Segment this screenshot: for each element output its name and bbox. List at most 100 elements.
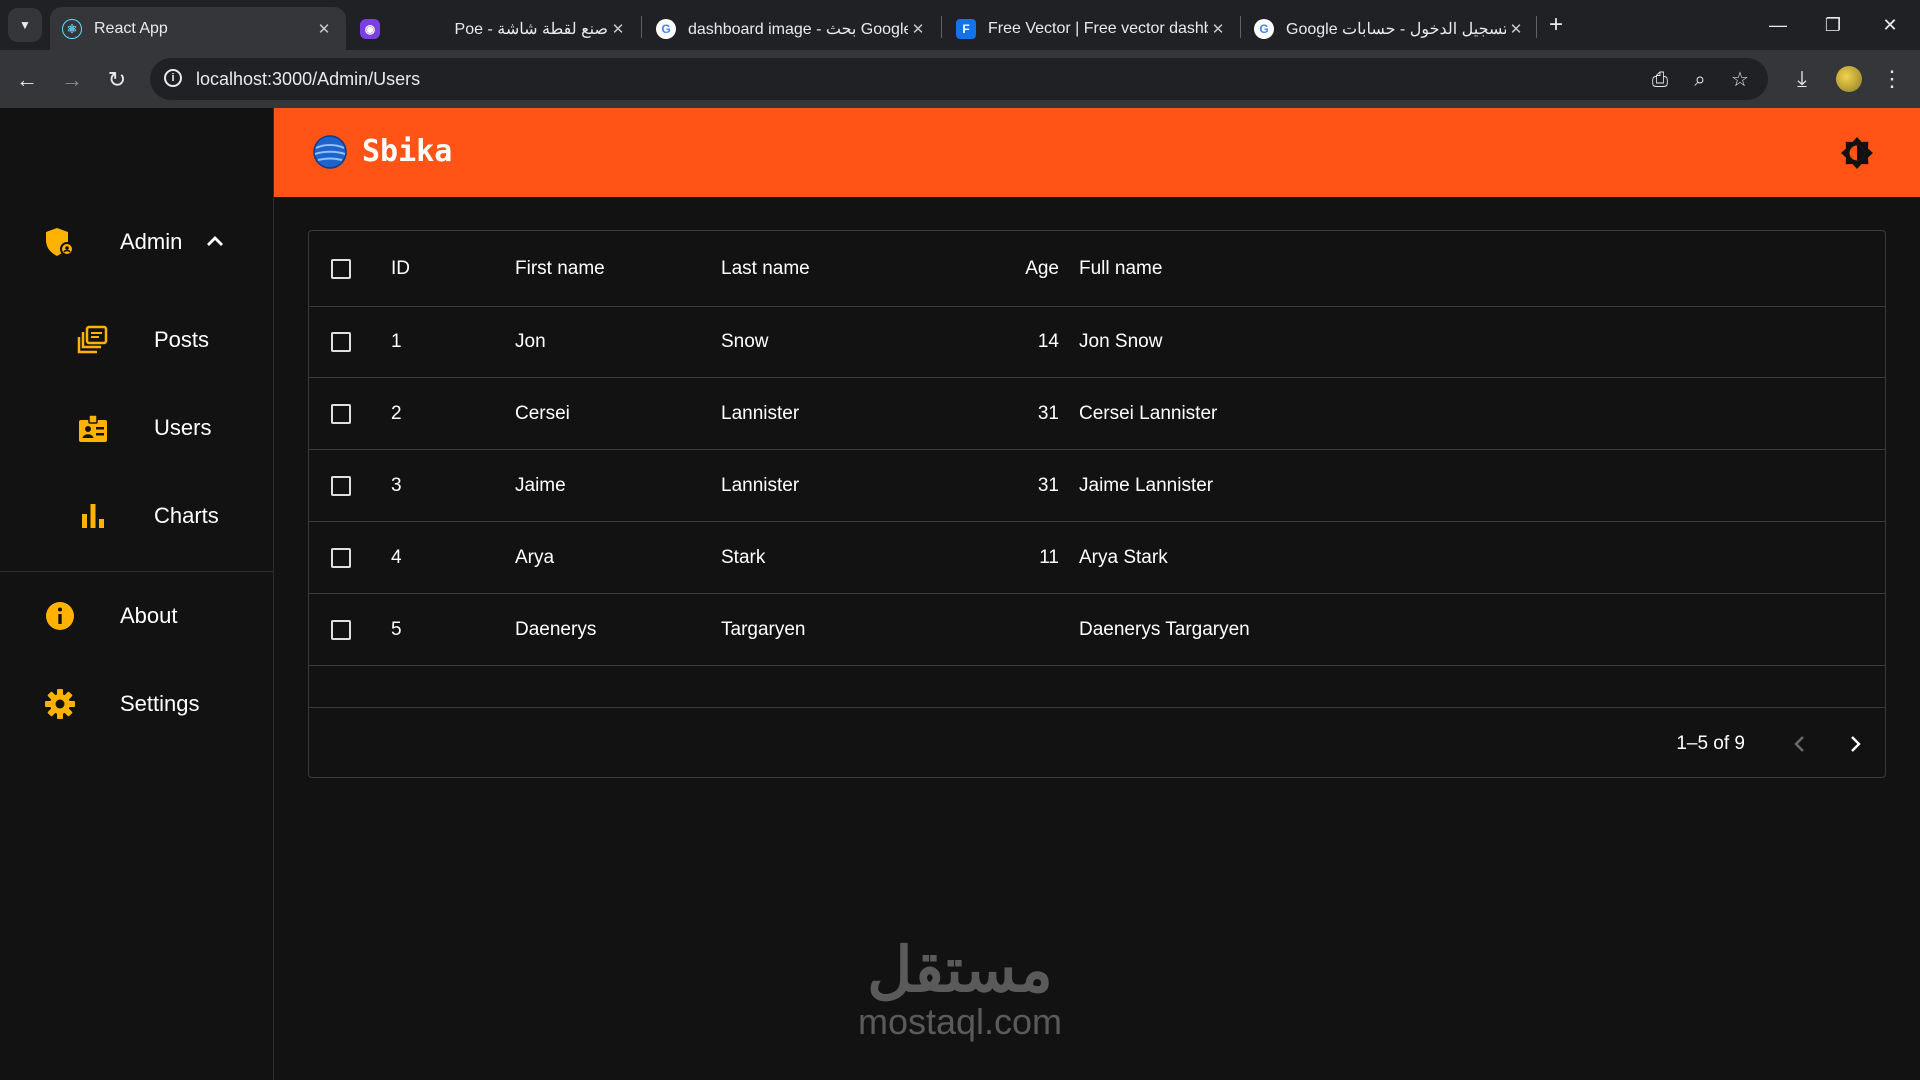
arrow-right-icon: → xyxy=(61,67,83,92)
browser-tab-google-accounts[interactable]: G Google تسجيل الدخول - حسابات ✕ xyxy=(1242,7,1538,50)
restore-button[interactable]: ❐ xyxy=(1815,10,1851,40)
sidebar-divider xyxy=(0,571,274,572)
row-checkbox[interactable] xyxy=(331,476,351,496)
cell-id: 1 xyxy=(391,331,402,352)
browser-tab-google-search[interactable]: G dashboard image - بحث Google ✕ xyxy=(644,7,940,50)
browser-tab-poe[interactable]: ◉ Poe - صنع لقطة شاشة ✕ xyxy=(348,7,640,50)
row-checkbox[interactable] xyxy=(331,548,351,568)
next-page-button[interactable] xyxy=(1835,724,1875,764)
cell-last-name: Lannister xyxy=(721,475,800,496)
users-data-grid: ID First name Last name Age Full name 1 … xyxy=(308,230,1886,778)
close-tab-icon[interactable]: ✕ xyxy=(908,20,928,38)
minimize-button[interactable]: — xyxy=(1760,10,1796,40)
google-logo-icon: G xyxy=(656,18,676,39)
sidebar-item-label: Posts xyxy=(154,327,210,352)
brand-title[interactable]: Sbika xyxy=(362,134,452,169)
chevron-right-icon xyxy=(1851,736,1861,752)
table-row[interactable]: 3 Jaime Lannister 31 Jaime Lannister xyxy=(309,451,1885,522)
cell-last-name: Snow xyxy=(721,331,769,352)
cell-full-name: Cersei Lannister xyxy=(1079,403,1218,424)
select-all-checkbox[interactable] xyxy=(331,259,351,279)
cell-age: 31 xyxy=(1037,403,1059,424)
app-header: Sbika xyxy=(274,108,1920,197)
back-button[interactable]: ← xyxy=(12,65,42,95)
browser-tab-react-app[interactable]: ⚛ React App ✕ xyxy=(50,7,346,50)
sidebar-item-label: Admin xyxy=(120,229,183,254)
cell-last-name: Lannister xyxy=(721,403,800,424)
sidebar: Admin Posts Users Charts About Settings xyxy=(0,108,274,1080)
cell-age: 14 xyxy=(1037,331,1059,352)
close-tab-icon[interactable]: ✕ xyxy=(1506,20,1526,38)
users-badge-icon xyxy=(79,414,107,442)
sidebar-item-admin[interactable]: Admin xyxy=(0,212,274,272)
sidebar-item-settings[interactable]: Settings xyxy=(0,674,274,734)
column-header-last-name[interactable]: Last name xyxy=(721,231,810,307)
table-row[interactable]: 2 Cersei Lannister 31 Cersei Lannister xyxy=(309,379,1885,450)
close-tab-icon[interactable]: ✕ xyxy=(314,20,334,38)
close-tab-icon[interactable]: ✕ xyxy=(1208,20,1228,38)
table-row[interactable]: 4 Arya Stark 11 Arya Stark xyxy=(309,523,1885,594)
url-text[interactable]: localhost:3000/Admin/Users xyxy=(196,69,420,90)
downloads-icon[interactable]: ⤓ xyxy=(1788,65,1816,93)
cell-full-name: Jon Snow xyxy=(1079,331,1163,352)
table-row[interactable]: 5 Daenerys Targaryen Daenerys Targaryen xyxy=(309,595,1885,666)
site-info-icon[interactable]: i xyxy=(164,69,182,87)
browser-tab-freepik[interactable]: F Free Vector | Free vector dashbo ✕ xyxy=(944,7,1240,50)
column-header-id[interactable]: ID xyxy=(391,231,410,307)
column-header-full-name[interactable]: Full name xyxy=(1079,231,1162,307)
row-checkbox[interactable] xyxy=(331,332,351,352)
plus-icon: + xyxy=(1548,11,1563,38)
browser-toolbar: ← → ↻ i localhost:3000/Admin/Users ⎙ ⌕ ☆… xyxy=(0,50,1920,108)
cell-first-name: Jaime xyxy=(515,475,566,496)
poe-logo-icon: ◉ xyxy=(360,18,380,39)
tab-separator xyxy=(941,16,942,38)
watermark-arabic: مستقل xyxy=(867,936,1053,1005)
bookmark-star-icon[interactable]: ☆ xyxy=(1728,68,1752,92)
sidebar-item-posts[interactable]: Posts xyxy=(0,310,274,370)
column-header-age[interactable]: Age xyxy=(959,231,1059,307)
cell-first-name: Arya xyxy=(515,547,555,568)
cell-age: 11 xyxy=(1039,547,1059,568)
sidebar-item-charts[interactable]: Charts xyxy=(0,486,274,546)
cell-age xyxy=(959,595,1059,665)
admin-shield-icon xyxy=(46,228,74,256)
sidebar-item-label: Charts xyxy=(154,503,219,528)
posts-icon xyxy=(77,325,108,354)
column-header-first-name[interactable]: First name xyxy=(515,231,605,307)
cell-last-name: Targaryen xyxy=(721,619,806,640)
tab-search-button[interactable]: ▼ xyxy=(8,8,42,42)
chevron-left-icon xyxy=(1794,736,1804,752)
previous-page-button[interactable] xyxy=(1780,724,1820,764)
cell-first-name: Daenerys xyxy=(515,619,597,640)
row-checkbox[interactable] xyxy=(331,620,351,640)
chevron-down-icon: ▼ xyxy=(19,18,31,32)
table-header-row: ID First name Last name Age Full name xyxy=(309,231,1885,307)
tab-separator xyxy=(1240,16,1241,38)
table-row[interactable]: 1 Jon Snow 14 Jon Snow xyxy=(309,307,1885,378)
react-logo-icon: ⚛ xyxy=(62,18,82,39)
cell-age: 31 xyxy=(1037,475,1059,496)
menu-kebab-icon[interactable]: ⋮ xyxy=(1878,65,1906,93)
info-icon xyxy=(46,602,74,630)
reload-button[interactable]: ↻ xyxy=(102,65,132,95)
close-window-button[interactable]: ✕ xyxy=(1872,10,1908,40)
chevron-up-icon[interactable] xyxy=(204,230,226,252)
forward-button[interactable]: → xyxy=(57,65,87,95)
arrow-left-icon: ← xyxy=(16,67,38,92)
new-tab-button[interactable]: + xyxy=(1544,10,1568,40)
sidebar-item-about[interactable]: About xyxy=(0,586,274,646)
freepik-logo-icon: F xyxy=(956,18,976,39)
address-bar[interactable]: i localhost:3000/Admin/Users ⎙ ⌕ ☆ xyxy=(150,58,1768,100)
profile-avatar[interactable] xyxy=(1836,66,1862,92)
bar-chart-icon xyxy=(82,504,104,528)
browser-tab-bar: ▼ ⚛ React App ✕ ◉ Poe - صنع لقطة شاشة ✕ … xyxy=(0,0,1920,50)
sidebar-item-label: Users xyxy=(154,415,212,440)
minimize-icon: — xyxy=(1769,15,1787,35)
row-checkbox[interactable] xyxy=(331,404,351,424)
install-app-icon[interactable]: ⎙ xyxy=(1648,68,1672,92)
theme-toggle-icon[interactable] xyxy=(1840,136,1874,170)
cell-full-name: Arya Stark xyxy=(1079,547,1168,568)
close-tab-icon[interactable]: ✕ xyxy=(608,20,628,38)
zoom-icon[interactable]: ⌕ xyxy=(1688,68,1712,92)
sidebar-item-users[interactable]: Users xyxy=(0,398,274,458)
